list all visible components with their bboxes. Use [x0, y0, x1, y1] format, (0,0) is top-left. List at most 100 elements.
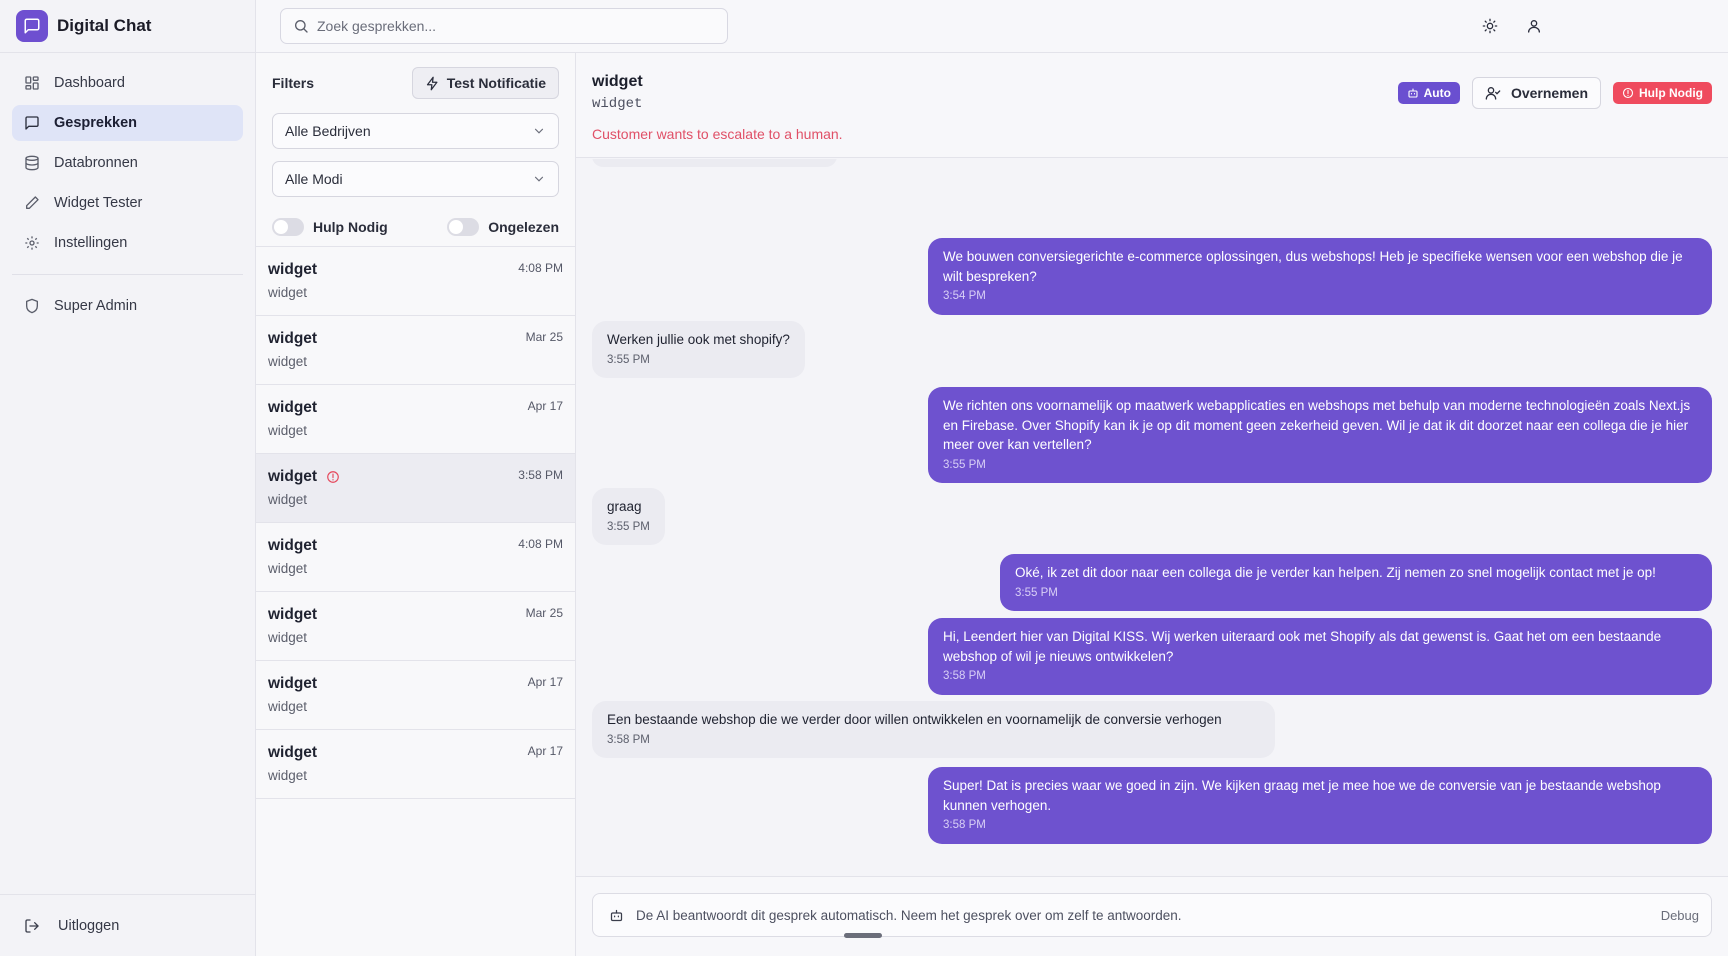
conversation-time: Mar 25 [525, 606, 563, 620]
conversation-title: widget [268, 744, 318, 761]
alert-circle-icon [1622, 87, 1634, 99]
message-bubble-outgoing: Hi, Leendert hier van Digital KISS. Wij … [928, 618, 1712, 695]
auto-mode-badge: Auto [1397, 82, 1460, 104]
message-time: 3:58 PM [607, 733, 650, 746]
conversation-item-selected[interactable]: widget widget 3:58 PM [256, 454, 575, 523]
theme-toggle-button[interactable] [1478, 14, 1502, 38]
search-icon [293, 18, 309, 34]
sidebar-item-gesprekken[interactable]: Gesprekken [12, 105, 243, 141]
conversation-subtitle: widget [268, 354, 308, 369]
pencil-icon [24, 195, 40, 211]
logout-button[interactable]: Uitloggen [0, 894, 255, 956]
message-text: Oké, ik zet dit door naar een collega di… [1015, 565, 1656, 580]
message-time: 3:55 PM [943, 458, 986, 471]
message-bubble-incoming: graag 3:55 PM [592, 488, 665, 545]
bot-icon [1407, 87, 1419, 99]
unread-toggle[interactable] [447, 218, 480, 236]
sidebar-item-label: Instellingen [54, 235, 128, 251]
unread-label: Ongelezen [488, 219, 559, 235]
sidebar-item-dashboard[interactable]: Dashboard [12, 65, 243, 101]
gear-icon [24, 235, 40, 251]
user-menu-button[interactable] [1522, 14, 1546, 38]
filters-header: Filters Test Notificatie [256, 53, 575, 113]
brand[interactable]: Digital Chat [0, 0, 255, 53]
message-text: Werken jullie ook met shopify? [607, 332, 790, 347]
company-select-value: Alle Bedrijven [285, 123, 371, 139]
conversation-time: Apr 17 [527, 399, 563, 413]
chat-header-actions: Auto Overnemen Hulp Nodig [1397, 77, 1712, 109]
conversation-title: widget [268, 261, 318, 278]
logout-icon [24, 918, 40, 934]
sidebar: Digital Chat Dashboard Gesprekken Databr… [0, 0, 256, 956]
search-box[interactable] [280, 8, 728, 44]
database-icon [24, 155, 40, 171]
message-text: We richten ons voornamelijk op maatwerk … [943, 398, 1691, 452]
message-time: 3:54 PM [943, 290, 986, 302]
conversation-item[interactable]: widget widget Apr 17 [256, 385, 575, 454]
sidebar-nav: Dashboard Gesprekken Databronnen Widget … [0, 53, 255, 324]
company-select[interactable]: Alle Bedrijven [272, 113, 559, 149]
message-text: Super! Dat is precies waar we goed in zi… [943, 778, 1661, 813]
conversation-list: widget widget 4:08 PM widget widget Mar … [256, 246, 575, 799]
test-notification-label: Test Notificatie [446, 75, 546, 91]
escalation-notice: Customer wants to escalate to a human. [592, 126, 843, 142]
conversation-item[interactable]: widget widget 4:08 PM [256, 523, 575, 592]
conversation-time: 4:08 PM [518, 261, 563, 275]
sidebar-item-super-admin[interactable]: Super Admin [12, 288, 243, 324]
debug-button[interactable]: Debug [1661, 908, 1699, 923]
message-bubble-outgoing: We bouwen conversiegerichte e-commerce o… [928, 238, 1712, 315]
app-title: Digital Chat [57, 16, 152, 35]
scrollbar-handle[interactable] [844, 933, 882, 938]
help-needed-badge: Hulp Nodig [1613, 82, 1712, 104]
conversation-item[interactable]: widget widget 4:08 PM [256, 247, 575, 316]
help-needed-label: Hulp Nodig [313, 219, 388, 235]
help-needed-badge-label: Hulp Nodig [1639, 86, 1703, 100]
message-bubble-partial [592, 159, 837, 167]
search-input[interactable] [317, 18, 717, 34]
conversation-item[interactable]: widget widget Mar 25 [256, 316, 575, 385]
filters-title: Filters [272, 75, 315, 91]
message-time: 3:55 PM [607, 520, 650, 533]
bot-icon [609, 908, 624, 923]
conversation-subtitle: widget [268, 285, 308, 300]
alert-circle-icon [326, 470, 340, 484]
conversation-item[interactable]: widget widget Mar 25 [256, 592, 575, 661]
sidebar-item-label: Gesprekken [54, 115, 138, 131]
message-text: We bouwen conversiegerichte e-commerce o… [943, 249, 1683, 284]
auto-mode-label: Auto [1423, 86, 1451, 100]
message-bubble-outgoing: Oké, ik zet dit door naar een collega di… [1000, 554, 1712, 611]
help-needed-toggle[interactable] [272, 218, 304, 236]
take-over-button[interactable]: Overnemen [1471, 77, 1602, 109]
mode-select-value: Alle Modi [285, 171, 343, 187]
message-bubble-incoming: Een bestaande webshop die we verder door… [592, 701, 1275, 758]
conversation-item[interactable]: widget widget Apr 17 [256, 661, 575, 730]
message-time: 3:58 PM [943, 819, 986, 831]
chat-icon [24, 115, 40, 131]
sidebar-item-label: Super Admin [54, 298, 138, 314]
conversation-title: widget [268, 537, 318, 554]
chevron-down-icon [532, 124, 546, 138]
sidebar-item-databronnen[interactable]: Databronnen [12, 145, 243, 181]
conversation-subtitle: widget [268, 561, 308, 576]
composer-area: De AI beantwoordt dit gesprek automatisc… [576, 876, 1728, 956]
conversation-title: widget [268, 399, 318, 416]
conversation-subtitle: widget [268, 699, 308, 714]
take-over-label: Overnemen [1510, 85, 1589, 101]
sidebar-item-label: Databronnen [54, 155, 138, 171]
sidebar-item-instellingen[interactable]: Instellingen [12, 225, 243, 261]
filter-toggles: Hulp Nodig Ongelezen [256, 209, 575, 245]
message-bubble-outgoing: We richten ons voornamelijk op maatwerk … [928, 387, 1712, 483]
chevron-down-icon [532, 172, 546, 186]
conversation-item[interactable]: widget widget Apr 17 [256, 730, 575, 799]
grid-icon [24, 75, 40, 91]
message-time: 3:55 PM [1015, 586, 1058, 599]
mode-select[interactable]: Alle Modi [272, 161, 559, 197]
help-needed-toggle-group: Hulp Nodig [272, 218, 388, 236]
ai-notice-text: De AI beantwoordt dit gesprek automatisc… [636, 907, 1182, 923]
message-bubble-incoming: Werken jullie ook met shopify? 3:55 PM [592, 321, 805, 378]
conversation-time: Mar 25 [525, 330, 563, 344]
sidebar-item-widget-tester[interactable]: Widget Tester [12, 185, 243, 221]
test-notification-button[interactable]: Test Notificatie [411, 67, 559, 99]
conversation-time: Apr 17 [527, 675, 563, 689]
message-text: Hi, Leendert hier van Digital KISS. Wij … [943, 629, 1662, 664]
